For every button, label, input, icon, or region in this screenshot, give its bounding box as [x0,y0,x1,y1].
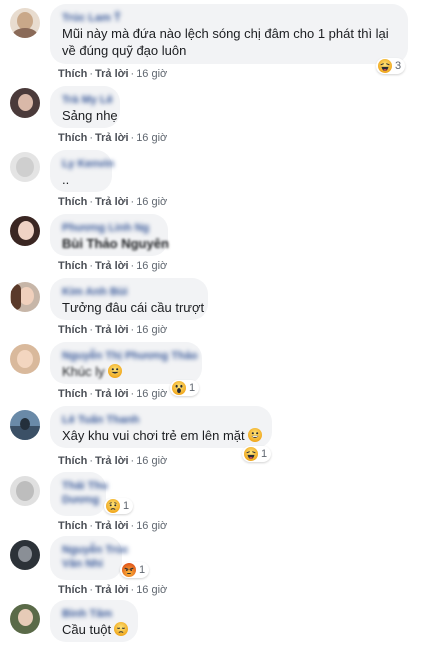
like-link[interactable]: Thích [58,132,87,144]
like-link[interactable]: Thích [58,324,87,336]
reply-link[interactable]: Trả lời [95,455,129,467]
reply-link[interactable]: Trả lời [95,584,129,596]
tagged-user-link[interactable]: Bùi Thảo Nguyên [62,235,169,252]
like-link[interactable]: Thích [58,584,87,596]
reply-link[interactable]: Trả lời [95,324,129,336]
comment-text: Cầu tuột [62,621,129,638]
haha-reaction-icon [244,447,258,461]
comment-text-body: Xây khu vui chơi trẻ em lên mặt [62,428,245,443]
comment-text-body: Khúc ly [62,364,105,379]
comment-actions: Thích · Trả lời · 16 giờ [58,132,168,144]
haha-reaction-icon [378,59,392,73]
disappointed-emoji-icon [114,622,129,636]
reply-link[interactable]: Trả lời [95,260,129,272]
avatar[interactable] [10,540,40,570]
commenter-name[interactable]: Nguyễn Thị Phương Thảo [62,349,198,363]
reaction-count[interactable]: 1 [170,380,200,396]
comment-actions: Thích · Trả lời · 16 giờ [58,260,168,272]
commenter-name[interactable]: Trà My Lê [62,93,113,107]
avatar[interactable] [10,152,40,182]
reply-link[interactable]: Trả lời [95,68,129,80]
comment-text-body: Cầu tuột [62,622,112,637]
reaction-count[interactable]: 1 [120,562,150,578]
reply-link[interactable]: Trả lời [95,132,129,144]
reaction-count[interactable]: 1 [104,498,134,514]
reaction-count[interactable]: 1 [242,446,272,462]
commenter-name[interactable]: Nguyễn Trúc [62,543,129,557]
comment-bubble: Trà My Lê Sảng nhẹ [50,86,120,128]
avatar[interactable] [10,476,40,506]
avatar[interactable] [10,8,40,38]
comment-actions: Thích · Trả lời · 16 giờ [58,68,168,80]
reply-link[interactable]: Trả lời [95,388,129,400]
comment-bubble: Lê Tuấn Thanh Xây khu vui chơi trẻ em lê… [50,406,272,448]
reply-link[interactable]: Trả lời [95,520,129,532]
avatar[interactable] [10,604,40,634]
avatar[interactable] [10,410,40,440]
comment-actions: Thích · Trả lời · 16 giờ [58,584,168,596]
avatar[interactable] [10,282,40,312]
comment-bubble: Ly Kenvin .. [50,150,114,192]
angry-reaction-icon [122,563,136,577]
like-link[interactable]: Thích [58,520,87,532]
comment-text: Tưởng đâu cái cầu trượt [62,300,205,315]
reply-link[interactable]: Trả lời [95,196,129,208]
reaction-number: 1 [189,382,196,394]
comment-bubble: Phương Linh Ng Bùi Thảo Nguyên [50,214,169,256]
timestamp[interactable]: 16 giờ [136,520,167,532]
timestamp[interactable]: 16 giờ [136,196,167,208]
commenter-name[interactable]: Lê Tuấn Thanh [62,413,260,427]
comment-bubble: Nguyễn Trúc Văn Nhi [50,536,129,580]
reaction-number: 1 [123,500,130,512]
timestamp[interactable]: 16 giờ [136,68,167,80]
comment-text: Xây khu vui chơi trẻ em lên mặt [62,427,262,444]
like-link[interactable]: Thích [58,196,87,208]
commenter-name[interactable]: Phương Linh Ng [62,221,156,235]
commenter-name[interactable]: Kim Anh Bùi [62,285,196,299]
avatar[interactable] [10,88,40,118]
comment-actions: Thích · Trả lời · 16 giờ [58,520,168,532]
comment-bubble: Trúc Lam Ť Mũi này mà đứa nào lệch sóng … [50,4,408,64]
commenter-name[interactable]: Ly Kenvin [62,157,114,171]
comment-text-line-2: về đúng quỹ đạo luôn [62,43,187,58]
avatar[interactable] [10,344,40,374]
reaction-number: 3 [395,60,402,72]
comment-text: Khúc ly [62,363,190,380]
grin-emoji-icon [107,364,122,378]
timestamp[interactable]: 16 giờ [136,455,167,467]
grin-emoji-icon [247,428,262,442]
comment-actions: Thích · Trả lời · 16 giờ [58,324,168,336]
comment-text: .. [62,172,70,187]
comment-text: Sảng nhẹ [62,108,118,123]
sad-reaction-icon [106,499,120,513]
comment-actions: Thích · Trả lời · 16 giờ [58,455,168,467]
commenter-name[interactable]: Trúc Lam Ť [62,11,396,25]
comment-bubble: Kim Anh Bùi Tưởng đâu cái cầu trượt [50,278,208,320]
commenter-name-line-2[interactable]: Dương [62,493,99,507]
comment-bubble: Thái Thu Dương [50,472,108,516]
timestamp[interactable]: 16 giờ [136,132,167,144]
comment-bubble: Nguyễn Thị Phương Thảo Khúc ly [50,342,202,384]
comment-bubble: Bình Tâm Cầu tuột [50,600,138,642]
like-link[interactable]: Thích [58,260,87,272]
timestamp[interactable]: 16 giờ [136,584,167,596]
reaction-count[interactable]: 3 [376,58,406,74]
like-link[interactable]: Thích [58,68,87,80]
avatar[interactable] [10,216,40,246]
commenter-name[interactable]: Bình Tâm [62,607,126,621]
reaction-number: 1 [261,448,268,460]
comment-actions: Thích · Trả lời · 16 giờ [58,388,168,400]
reaction-number: 1 [139,564,146,576]
timestamp[interactable]: 16 giờ [136,260,167,272]
like-link[interactable]: Thích [58,388,87,400]
comment-text: Mũi này mà đứa nào lệch sóng chị đâm cho… [62,26,389,41]
wow-reaction-icon [172,381,186,395]
comment-actions: Thích · Trả lời · 16 giờ [58,196,168,208]
commenter-name-line-2[interactable]: Văn Nhi [62,557,110,571]
like-link[interactable]: Thích [58,455,87,467]
commenter-name[interactable]: Thái Thu [62,479,108,493]
timestamp[interactable]: 16 giờ [136,324,167,336]
timestamp[interactable]: 16 giờ [136,388,167,400]
